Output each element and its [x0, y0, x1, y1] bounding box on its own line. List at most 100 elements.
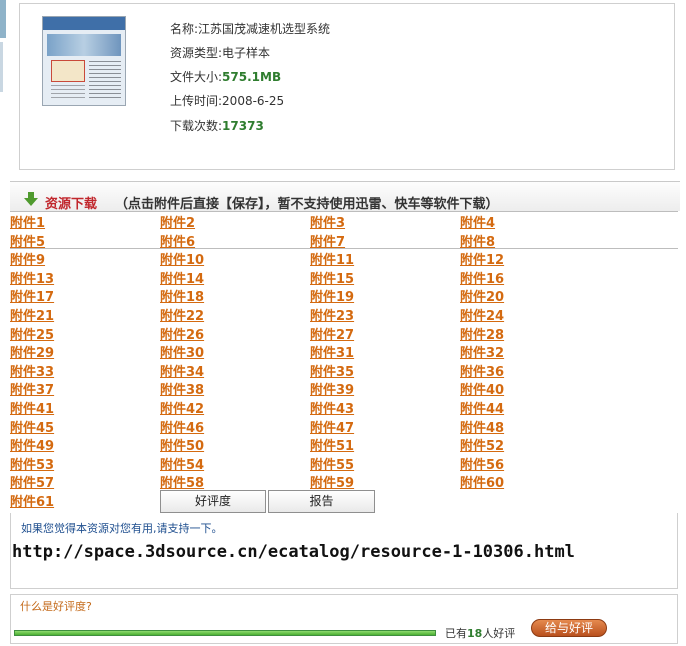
attachment-link[interactable]: 附件18: [160, 286, 204, 305]
attachment-link[interactable]: 附件37: [10, 379, 54, 398]
upload-date-value: 2008-6-25: [222, 94, 285, 108]
attachment-link[interactable]: 附件31: [310, 342, 354, 361]
attachment-link[interactable]: 附件23: [310, 305, 354, 324]
attachment-link[interactable]: 附件4: [460, 212, 495, 231]
attachment-link[interactable]: 附件12: [460, 249, 504, 268]
support-message: 如果您觉得本资源对您有用,请支持一下。: [21, 522, 223, 535]
attachment-link[interactable]: 附件10: [160, 249, 204, 268]
attachment-link[interactable]: 附件53: [10, 454, 54, 473]
attachment-link[interactable]: 附件13: [10, 268, 54, 287]
attachment-link[interactable]: 附件1: [10, 212, 45, 231]
attachment-link[interactable]: 附件20: [460, 286, 504, 305]
attachment-link[interactable]: 附件57: [10, 472, 54, 491]
attachment-row: 附件29 附件30 附件31 附件32: [10, 341, 610, 361]
attachment-link[interactable]: 附件30: [160, 342, 204, 361]
attachment-link[interactable]: 附件19: [310, 286, 354, 305]
attachment-row: 附件33 附件34 附件35 附件36: [10, 360, 610, 380]
attachment-link[interactable]: 附件38: [160, 379, 204, 398]
attachment-link[interactable]: 附件28: [460, 324, 504, 343]
attachment-link[interactable]: 附件6: [160, 231, 195, 250]
file-size-row: 文件大小:575.1MB: [170, 68, 281, 85]
attachment-link[interactable]: 附件51: [310, 435, 354, 454]
attachment-row: 附件53 附件54 附件55 附件56: [10, 453, 610, 473]
attachment-link[interactable]: 附件47: [310, 417, 354, 436]
attachment-link[interactable]: 附件35: [310, 361, 354, 380]
attachment-link[interactable]: 附件40: [460, 379, 504, 398]
left-edge-strip-secondary: [0, 42, 3, 92]
upload-date-label: 上传时间:: [170, 94, 223, 108]
attachment-link[interactable]: 附件11: [310, 249, 354, 268]
attachment-link[interactable]: 附件22: [160, 305, 204, 324]
attachment-row: 附件37 附件38 附件39 附件40: [10, 378, 610, 398]
attachment-link[interactable]: 附件9: [10, 249, 45, 268]
attachment-link[interactable]: 附件58: [160, 472, 204, 491]
download-title: 资源下载: [45, 197, 98, 212]
resource-url: http://space.3dsource.cn/ecatalog/resour…: [12, 542, 575, 562]
file-size-label: 文件大小:: [170, 70, 223, 84]
attachment-row: 附件1 附件2 附件3 附件4: [10, 211, 610, 231]
attachment-link[interactable]: 附件59: [310, 472, 354, 491]
rating-progress-bar: [14, 630, 436, 636]
attachment-link[interactable]: 附件15: [310, 268, 354, 287]
attachment-link[interactable]: 附件44: [460, 398, 504, 417]
attachment-link[interactable]: 附件5: [10, 231, 45, 250]
tab-rating[interactable]: 好评度: [160, 490, 266, 513]
attachment-link[interactable]: 附件48: [460, 417, 504, 436]
attachment-link[interactable]: 附件8: [460, 231, 495, 250]
attachment-link[interactable]: 附件2: [160, 212, 195, 231]
resource-type-row: 资源类型:电子样本: [170, 44, 270, 61]
rating-message-box: 如果您觉得本资源对您有用,请支持一下。 http://space.3dsourc…: [10, 513, 678, 589]
attachment-link[interactable]: 附件33: [10, 361, 54, 380]
download-count-label: 下载次数:: [170, 119, 223, 133]
attachment-link[interactable]: 附件32: [460, 342, 504, 361]
attachment-grid: 附件1 附件2 附件3 附件4 附件5 附件6 附件7 附件8 附件9 附件10 附件11 附件12 附…: [10, 211, 610, 510]
attachment-link[interactable]: 附件36: [460, 361, 504, 380]
attachment-link[interactable]: 附件56: [460, 454, 504, 473]
rating-count: 已有18人好评: [445, 625, 515, 641]
download-arrow-icon: [24, 192, 38, 206]
attachment-link[interactable]: 附件16: [460, 268, 504, 287]
attachment-row: 附件57 附件58 附件59 附件60: [10, 471, 610, 491]
attachment-link[interactable]: 附件7: [310, 231, 345, 250]
attachment-link[interactable]: 附件42: [160, 398, 204, 417]
download-count-value: 17373: [222, 119, 264, 133]
attachment-row: 附件5 附件6 附件7 附件8: [10, 230, 610, 250]
attachment-link[interactable]: 附件26: [160, 324, 204, 343]
attachment-link[interactable]: 附件29: [10, 342, 54, 361]
attachment-link[interactable]: 附件43: [310, 398, 354, 417]
attachment-link[interactable]: 附件3: [310, 212, 345, 231]
attachment-link[interactable]: 附件61: [10, 491, 54, 510]
upload-date-row: 上传时间:2008-6-25: [170, 92, 284, 109]
attachment-link[interactable]: 附件49: [10, 435, 54, 454]
download-count-row: 下载次数:17373: [170, 117, 264, 134]
tab-report[interactable]: 报告: [268, 490, 375, 513]
resource-type-label: 资源类型:: [170, 46, 223, 60]
download-section-header: 资源下载 （点击附件后直接【保存】，暂不支持使用迅雷、快车等软件下载）: [10, 181, 680, 212]
resource-type-value: 电子样本: [222, 46, 271, 60]
attachment-link[interactable]: 附件21: [10, 305, 54, 324]
attachment-link[interactable]: 附件24: [460, 305, 504, 324]
attachment-link[interactable]: 附件27: [310, 324, 354, 343]
attachment-link[interactable]: 附件54: [160, 454, 204, 473]
attachment-link[interactable]: 附件25: [10, 324, 54, 343]
resource-name-row: 名称:江苏国茂减速机选型系统: [170, 20, 330, 37]
attachment-row: 附件41 附件42 附件43 附件44: [10, 397, 610, 417]
attachment-link[interactable]: 附件39: [310, 379, 354, 398]
attachment-row: 附件9 附件10 附件11 附件12: [10, 248, 610, 268]
attachment-link[interactable]: 附件14: [160, 268, 204, 287]
attachment-link[interactable]: 附件46: [160, 417, 204, 436]
rating-count-suffix: 人好评: [482, 627, 516, 640]
attachment-link[interactable]: 附件17: [10, 286, 54, 305]
catalog-thumbnail-icon[interactable]: [42, 16, 126, 106]
give-rating-button[interactable]: 给与好评: [531, 619, 607, 637]
what-is-rating-link[interactable]: 什么是好评度?: [20, 598, 92, 614]
attachment-link[interactable]: 附件41: [10, 398, 54, 417]
attachment-link[interactable]: 附件60: [460, 472, 504, 491]
attachment-link[interactable]: 附件45: [10, 417, 54, 436]
rating-progress-fill: [15, 631, 435, 635]
attachment-link[interactable]: 附件55: [310, 454, 354, 473]
attachment-link[interactable]: 附件34: [160, 361, 204, 380]
attachment-link[interactable]: 附件50: [160, 435, 204, 454]
rating-count-prefix: 已有: [445, 627, 467, 640]
attachment-link[interactable]: 附件52: [460, 435, 504, 454]
